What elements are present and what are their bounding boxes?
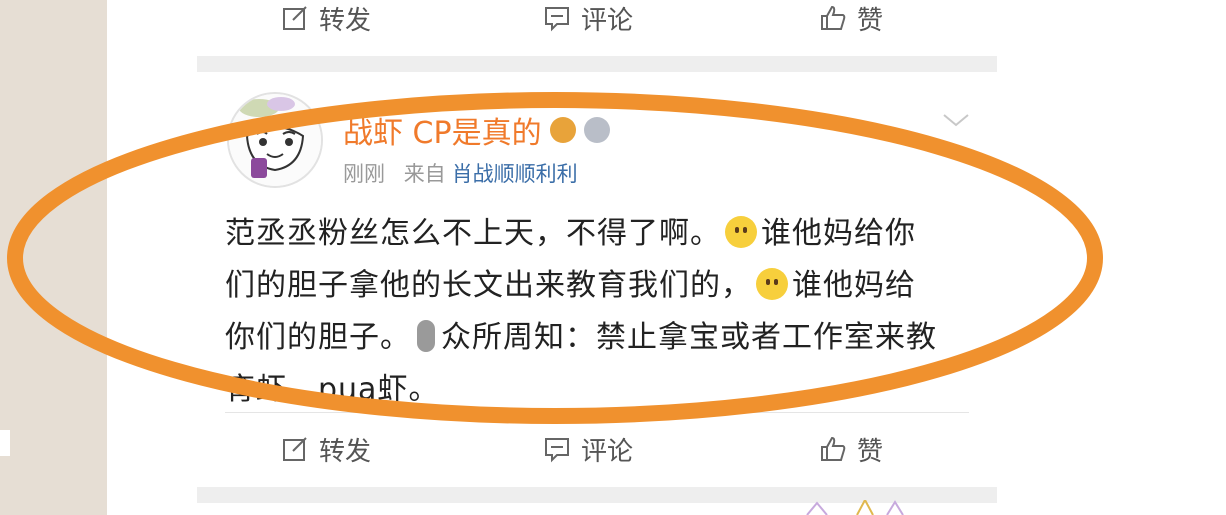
left-panel (0, 0, 107, 515)
avatar-image (229, 94, 321, 186)
top-action-bar: 转发 评论 赞 (197, 0, 997, 46)
right-panel (997, 0, 1226, 515)
like-button-top[interactable]: 赞 (819, 0, 883, 46)
avatar[interactable] (227, 92, 323, 188)
smile-emoji-icon (756, 268, 788, 300)
smile-emoji-icon (725, 216, 757, 248)
next-post-decoration (806, 500, 904, 515)
like-label: 赞 (857, 436, 884, 467)
comment-icon (545, 438, 569, 463)
repost-button-top[interactable]: 转发 (281, 0, 371, 46)
comment-label: 评论 (581, 5, 634, 36)
like-button[interactable]: 赞 (819, 421, 883, 477)
repost-icon (283, 437, 307, 461)
repost-button[interactable]: 转发 (281, 421, 371, 477)
repost-label: 转发 (319, 5, 372, 36)
username: 战虾 CP是真的 (343, 116, 542, 151)
username-link[interactable]: 战虾 CP是真的 (343, 108, 610, 152)
left-panel-mark (0, 430, 10, 456)
feed: 转发 评论 赞 战虾 CP是真的 刚刚 来自 肖战顺顺利利 范丞丞粉丝怎么不上天… (197, 0, 997, 515)
repost-icon (283, 6, 307, 30)
comment-button-top[interactable]: 评论 (543, 0, 633, 46)
medal-icon (583, 117, 610, 143)
post-text: 范丞丞粉丝怎么不上天，不得了啊。 谁他妈给你们的胆子拿他的长文出来教育我们的， 谁他… (225, 208, 945, 416)
like-label: 赞 (857, 5, 884, 36)
like-icon (821, 5, 846, 30)
comment-button[interactable]: 评论 (543, 421, 633, 477)
source-link[interactable]: 肖战顺顺利利 (452, 162, 578, 186)
post-time: 刚刚 (343, 162, 385, 186)
chevron-down-icon[interactable] (941, 110, 971, 130)
post-text-1: 范丞丞粉丝怎么不上天，不得了啊。 (225, 216, 721, 251)
bottom-action-bar: 转发 评论 赞 (197, 421, 997, 477)
post-separator (197, 56, 997, 72)
source-prefix: 来自 (403, 162, 446, 186)
comment-label: 评论 (581, 436, 634, 467)
comment-icon (545, 7, 569, 32)
like-icon (821, 436, 846, 461)
repost-label: 转发 (319, 436, 372, 467)
crown-icon (549, 117, 576, 143)
action-divider (225, 412, 969, 413)
microphone-emoji-icon (417, 320, 435, 352)
post-meta: 刚刚 来自 肖战顺顺利利 (343, 158, 578, 188)
